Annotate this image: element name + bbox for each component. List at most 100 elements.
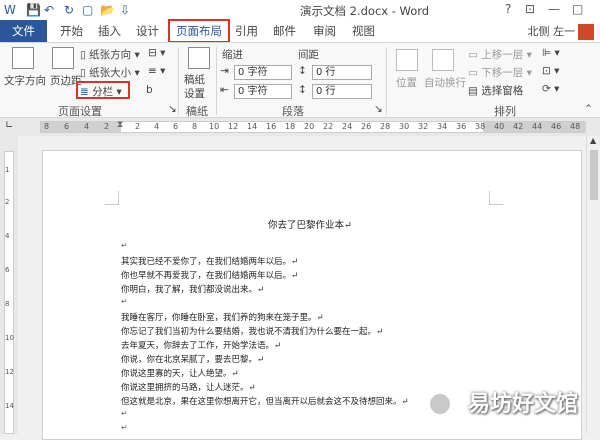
draft-paper-button[interactable]: 稿纸 设置 — [184, 73, 205, 101]
ribbon-display-button[interactable]: ⊡ — [525, 2, 535, 16]
ruler-number: 16 — [266, 122, 277, 131]
hyphenation-button[interactable]: b — [146, 84, 153, 96]
ruler-number: 32 — [418, 122, 429, 131]
ruler-number: 8 — [192, 122, 198, 131]
wrap-text-button[interactable]: 自动换行 — [424, 75, 466, 90]
size-button[interactable]: ▯ 纸张大小 ▾ — [80, 65, 140, 80]
tab-view[interactable]: 视图 — [352, 23, 375, 39]
vertical-scrollbar[interactable]: ▲ — [586, 136, 600, 434]
ruler-number: 34 — [437, 122, 448, 131]
document-line: 你明白，我了解，我们都没说出来。↵ — [121, 285, 265, 295]
rotate-button[interactable]: ⟳ ▾ — [542, 83, 559, 95]
title-bar: W 💾 ↶ ↻ ▢ 📂 ⇩ 演示文档 2.docx - Word ? ⊡ — □ — [0, 0, 600, 20]
collapse-ribbon-icon[interactable]: ⌃ — [584, 103, 593, 115]
tab-selector[interactable]: ∟ — [5, 120, 13, 131]
document-line: 其实我已经不爱你了，在我们结婚两年以后。↵ — [121, 257, 299, 267]
breaks-icon[interactable]: ⊟ ▾ — [148, 47, 165, 59]
space-before-input[interactable]: 0 行 — [312, 65, 372, 80]
indent-left-input[interactable]: 0 字符 — [234, 65, 292, 80]
document-line: 我睡在客厅，你睡在卧室，我们养的狗来在笼子里。↵ — [121, 313, 324, 323]
tab-home[interactable]: 开始 — [60, 23, 83, 39]
tab-file[interactable]: 文件 — [0, 20, 47, 42]
new-document-icon[interactable]: ▢ — [82, 3, 93, 17]
group-button[interactable]: ⊡ ▾ — [542, 65, 559, 77]
wrap-text-icon — [432, 49, 454, 71]
save-icon[interactable]: 💾 — [26, 3, 41, 17]
text-direction-button[interactable]: 文字方向 — [4, 73, 46, 88]
position-button[interactable]: 位置 — [396, 75, 417, 90]
paragraph-mark: ↵ — [121, 241, 128, 250]
indent-marker-icon[interactable]: ⧗ — [117, 120, 123, 130]
ruler-number: 36 — [456, 122, 467, 131]
position-icon — [396, 49, 418, 71]
watermark: 易坊好文馆 — [467, 392, 578, 417]
tab-design[interactable]: 设计 — [136, 23, 159, 39]
user-name: 北侧 左一 — [527, 25, 576, 38]
indent-right-input[interactable]: 0 字符 — [234, 84, 292, 99]
ruler-scale[interactable]: 8 6 4 2 2 4 6 8 10 12 14 16 18 20 22 24 … — [40, 120, 586, 133]
send-backward-button[interactable]: ▭ 下移一层 ▾ — [468, 65, 532, 80]
space-after-icon: ↕ — [298, 84, 307, 96]
divider — [178, 47, 179, 115]
document-line: 你忘记了我们当初为什么要结婚，我也说不清我们为什么要在一起。↵ — [121, 327, 384, 337]
ribbon: 文字方向 页边距 ▯ 纸张方向 ▾ ▯ 纸张大小 ▾ ≣ 分栏 ▾ ⊟ ▾ ≡ … — [0, 42, 600, 118]
ruler-number: 24 — [342, 122, 353, 131]
space-after-input[interactable]: 0 行 — [312, 84, 372, 99]
scroll-thumb[interactable] — [590, 150, 598, 200]
crop-mark-top-left — [105, 191, 119, 205]
horizontal-ruler: ∟ 8 6 4 2 2 4 6 8 10 12 14 16 18 20 22 2… — [0, 118, 600, 136]
divider — [386, 47, 387, 115]
spacing-label: 间距 — [298, 49, 319, 61]
document-line: 你说这里拥挤的马路，让人迷茫。↵ — [121, 383, 256, 393]
vertical-ruler-scale[interactable] — [4, 151, 14, 434]
ruler-number: 4 — [154, 122, 160, 131]
redo-icon[interactable]: ↻ — [64, 3, 74, 17]
arrange-group-label: 排列 — [494, 105, 516, 118]
line-numbers-icon[interactable]: ≡ ▾ — [148, 65, 165, 77]
paragraph-launcher-icon[interactable]: ↘ — [374, 103, 383, 115]
user-account[interactable]: 北侧 左一 — [527, 23, 594, 40]
maximize-button[interactable]: □ — [572, 2, 583, 16]
word-logo-icon: W — [4, 3, 16, 17]
ruler-number: 40 — [494, 122, 505, 131]
scroll-up-icon[interactable]: ▲ — [590, 136, 596, 145]
customize-toolbar-icon[interactable]: ⇩ — [120, 3, 130, 17]
help-button[interactable]: ? — [505, 2, 511, 16]
ruler-number: 1 — [5, 166, 10, 174]
ruler-number: 28 — [380, 122, 391, 131]
minimize-button[interactable]: — — [548, 2, 560, 16]
tab-mailings[interactable]: 邮件 — [273, 23, 296, 39]
tab-insert[interactable]: 插入 — [98, 23, 121, 39]
document-line: 你说，你在北京呆腻了，要去巴黎。↵ — [121, 355, 265, 365]
ruler-number: 6 — [5, 266, 10, 274]
ruler-number: 2 — [104, 122, 110, 131]
selection-pane-button[interactable]: ▤ 选择窗格 — [468, 83, 523, 98]
ruler-number: 22 — [323, 122, 334, 131]
ruler-number: 18 — [285, 122, 296, 131]
columns-button[interactable]: ≣ 分栏 ▾ — [80, 84, 122, 99]
tab-review[interactable]: 审阅 — [313, 23, 336, 39]
ruler-number: 42 — [513, 122, 524, 131]
paragraph-mark: ↵ — [121, 409, 128, 418]
ruler-number: 46 — [551, 122, 562, 131]
orientation-button[interactable]: ▯ 纸张方向 ▾ — [80, 47, 140, 62]
undo-icon[interactable]: ↶ — [44, 3, 54, 17]
ruler-number: 4 — [5, 232, 10, 240]
size-icon: ▯ — [80, 67, 90, 79]
bring-forward-button[interactable]: ▭ 上移一层 ▾ — [468, 47, 532, 62]
indent-right-icon: ⇤ — [220, 84, 229, 96]
ruler-number: 8 — [44, 122, 50, 131]
page-setup-launcher-icon[interactable]: ↘ — [168, 103, 177, 115]
bring-forward-icon: ▭ — [468, 49, 482, 61]
avatar — [578, 24, 594, 40]
tab-references[interactable]: 引用 — [235, 23, 258, 39]
space-before-icon: ↕ — [298, 65, 307, 77]
selection-pane-icon: ▤ — [468, 85, 482, 97]
open-icon[interactable]: 📂 — [100, 3, 115, 17]
document-line: 但这就是北京，果在这里你想离开它，但当离开以后就会这不及待想回来。↵ — [121, 397, 409, 407]
tab-page-layout[interactable]: 页面布局 — [168, 19, 230, 43]
align-button[interactable]: ⊫ ▾ — [542, 47, 560, 59]
ruler-number: 10 — [209, 122, 220, 131]
divider — [216, 47, 217, 115]
paragraph-group-label: 段落 — [282, 105, 304, 118]
